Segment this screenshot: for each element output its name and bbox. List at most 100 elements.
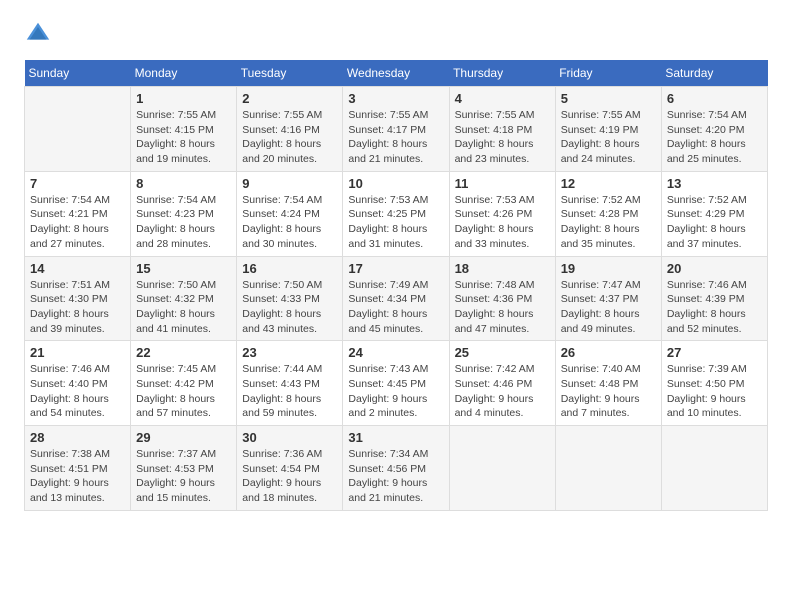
day-info: Sunrise: 7:36 AM Sunset: 4:54 PM Dayligh…: [242, 447, 337, 506]
calendar-week-row: 7Sunrise: 7:54 AM Sunset: 4:21 PM Daylig…: [25, 171, 768, 256]
day-info: Sunrise: 7:45 AM Sunset: 4:42 PM Dayligh…: [136, 362, 231, 421]
day-info: Sunrise: 7:55 AM Sunset: 4:19 PM Dayligh…: [561, 108, 656, 167]
calendar-cell: 20 Sunrise: 7:46 AM Sunset: 4:39 PM Dayli…: [661, 256, 767, 341]
day-info: Sunrise: 7:46 AM Sunset: 4:39 PM Dayligh…: [667, 278, 762, 337]
calendar-cell: 2 Sunrise: 7:55 AM Sunset: 4:16 PM Daylig…: [237, 87, 343, 172]
page-header: [24, 20, 768, 48]
day-number: 31: [348, 430, 443, 445]
calendar-cell: [555, 426, 661, 511]
calendar-cell: 31 Sunrise: 7:34 AM Sunset: 4:56 PM Dayli…: [343, 426, 449, 511]
calendar-cell: 17 Sunrise: 7:49 AM Sunset: 4:34 PM Dayli…: [343, 256, 449, 341]
day-number: 22: [136, 345, 231, 360]
day-number: 19: [561, 261, 656, 276]
day-info: Sunrise: 7:55 AM Sunset: 4:17 PM Dayligh…: [348, 108, 443, 167]
calendar-week-row: 21 Sunrise: 7:46 AM Sunset: 4:40 PM Dayli…: [25, 341, 768, 426]
day-info: Sunrise: 7:48 AM Sunset: 4:36 PM Dayligh…: [455, 278, 550, 337]
weekday-header-wednesday: Wednesday: [343, 60, 449, 87]
day-info: Sunrise: 7:40 AM Sunset: 4:48 PM Dayligh…: [561, 362, 656, 421]
day-info: Sunrise: 7:52 AM Sunset: 4:29 PM Dayligh…: [667, 193, 762, 252]
calendar-cell: 7Sunrise: 7:54 AM Sunset: 4:21 PM Daylig…: [25, 171, 131, 256]
calendar-cell: 30 Sunrise: 7:36 AM Sunset: 4:54 PM Dayli…: [237, 426, 343, 511]
calendar-cell: 13Sunrise: 7:52 AM Sunset: 4:29 PM Dayli…: [661, 171, 767, 256]
day-info: Sunrise: 7:34 AM Sunset: 4:56 PM Dayligh…: [348, 447, 443, 506]
calendar-cell: 25Sunrise: 7:42 AM Sunset: 4:46 PM Dayli…: [449, 341, 555, 426]
day-info: Sunrise: 7:37 AM Sunset: 4:53 PM Dayligh…: [136, 447, 231, 506]
calendar-week-row: 1Sunrise: 7:55 AM Sunset: 4:15 PM Daylig…: [25, 87, 768, 172]
calendar-cell: 3Sunrise: 7:55 AM Sunset: 4:17 PM Daylig…: [343, 87, 449, 172]
day-info: Sunrise: 7:54 AM Sunset: 4:24 PM Dayligh…: [242, 193, 337, 252]
day-number: 12: [561, 176, 656, 191]
calendar-cell: 6 Sunrise: 7:54 AM Sunset: 4:20 PM Daylig…: [661, 87, 767, 172]
day-number: 5: [561, 91, 656, 106]
day-info: Sunrise: 7:49 AM Sunset: 4:34 PM Dayligh…: [348, 278, 443, 337]
day-number: 25: [455, 345, 550, 360]
day-number: 7: [30, 176, 125, 191]
day-number: 28: [30, 430, 125, 445]
calendar-week-row: 28 Sunrise: 7:38 AM Sunset: 4:51 PM Dayli…: [25, 426, 768, 511]
calendar-cell: 10Sunrise: 7:53 AM Sunset: 4:25 PM Dayli…: [343, 171, 449, 256]
calendar-table: SundayMondayTuesdayWednesdayThursdayFrid…: [24, 60, 768, 511]
day-info: Sunrise: 7:53 AM Sunset: 4:25 PM Dayligh…: [348, 193, 443, 252]
day-number: 8: [136, 176, 231, 191]
day-number: 23: [242, 345, 337, 360]
day-info: Sunrise: 7:51 AM Sunset: 4:30 PM Dayligh…: [30, 278, 125, 337]
day-number: 9: [242, 176, 337, 191]
calendar-cell: 29 Sunrise: 7:37 AM Sunset: 4:53 PM Dayli…: [131, 426, 237, 511]
day-info: Sunrise: 7:43 AM Sunset: 4:45 PM Dayligh…: [348, 362, 443, 421]
day-number: 18: [455, 261, 550, 276]
calendar-cell: 28 Sunrise: 7:38 AM Sunset: 4:51 PM Dayli…: [25, 426, 131, 511]
calendar-cell: 27Sunrise: 7:39 AM Sunset: 4:50 PM Dayli…: [661, 341, 767, 426]
day-number: 16: [242, 261, 337, 276]
day-info: Sunrise: 7:55 AM Sunset: 4:18 PM Dayligh…: [455, 108, 550, 167]
day-info: Sunrise: 7:38 AM Sunset: 4:51 PM Dayligh…: [30, 447, 125, 506]
calendar-cell: 24 Sunrise: 7:43 AM Sunset: 4:45 PM Dayli…: [343, 341, 449, 426]
calendar-cell: 4 Sunrise: 7:55 AM Sunset: 4:18 PM Daylig…: [449, 87, 555, 172]
day-number: 15: [136, 261, 231, 276]
day-number: 20: [667, 261, 762, 276]
calendar-cell: 12 Sunrise: 7:52 AM Sunset: 4:28 PM Dayli…: [555, 171, 661, 256]
day-number: 30: [242, 430, 337, 445]
day-number: 11: [455, 176, 550, 191]
calendar-cell: 18 Sunrise: 7:48 AM Sunset: 4:36 PM Dayli…: [449, 256, 555, 341]
day-number: 21: [30, 345, 125, 360]
calendar-cell: 26 Sunrise: 7:40 AM Sunset: 4:48 PM Dayli…: [555, 341, 661, 426]
weekday-header-sunday: Sunday: [25, 60, 131, 87]
day-number: 29: [136, 430, 231, 445]
day-info: Sunrise: 7:39 AM Sunset: 4:50 PM Dayligh…: [667, 362, 762, 421]
day-number: 4: [455, 91, 550, 106]
calendar-cell: 1Sunrise: 7:55 AM Sunset: 4:15 PM Daylig…: [131, 87, 237, 172]
calendar-cell: 19 Sunrise: 7:47 AM Sunset: 4:37 PM Dayli…: [555, 256, 661, 341]
day-number: 6: [667, 91, 762, 106]
day-info: Sunrise: 7:50 AM Sunset: 4:32 PM Dayligh…: [136, 278, 231, 337]
day-info: Sunrise: 7:54 AM Sunset: 4:23 PM Dayligh…: [136, 193, 231, 252]
weekday-header-thursday: Thursday: [449, 60, 555, 87]
day-info: Sunrise: 7:44 AM Sunset: 4:43 PM Dayligh…: [242, 362, 337, 421]
day-number: 14: [30, 261, 125, 276]
calendar-cell: 22 Sunrise: 7:45 AM Sunset: 4:42 PM Dayli…: [131, 341, 237, 426]
day-info: Sunrise: 7:50 AM Sunset: 4:33 PM Dayligh…: [242, 278, 337, 337]
day-number: 24: [348, 345, 443, 360]
calendar-cell: 8 Sunrise: 7:54 AM Sunset: 4:23 PM Daylig…: [131, 171, 237, 256]
day-info: Sunrise: 7:47 AM Sunset: 4:37 PM Dayligh…: [561, 278, 656, 337]
day-number: 17: [348, 261, 443, 276]
day-info: Sunrise: 7:54 AM Sunset: 4:20 PM Dayligh…: [667, 108, 762, 167]
day-number: 2: [242, 91, 337, 106]
calendar-cell: [661, 426, 767, 511]
day-number: 26: [561, 345, 656, 360]
day-info: Sunrise: 7:52 AM Sunset: 4:28 PM Dayligh…: [561, 193, 656, 252]
weekday-header-friday: Friday: [555, 60, 661, 87]
weekday-header-monday: Monday: [131, 60, 237, 87]
calendar-cell: 21 Sunrise: 7:46 AM Sunset: 4:40 PM Dayli…: [25, 341, 131, 426]
day-number: 1: [136, 91, 231, 106]
calendar-week-row: 14 Sunrise: 7:51 AM Sunset: 4:30 PM Dayli…: [25, 256, 768, 341]
calendar-cell: 5 Sunrise: 7:55 AM Sunset: 4:19 PM Daylig…: [555, 87, 661, 172]
logo: [24, 20, 56, 48]
day-info: Sunrise: 7:55 AM Sunset: 4:16 PM Dayligh…: [242, 108, 337, 167]
calendar-cell: 16 Sunrise: 7:50 AM Sunset: 4:33 PM Dayli…: [237, 256, 343, 341]
calendar-cell: 14 Sunrise: 7:51 AM Sunset: 4:30 PM Dayli…: [25, 256, 131, 341]
day-info: Sunrise: 7:46 AM Sunset: 4:40 PM Dayligh…: [30, 362, 125, 421]
calendar-cell: 9 Sunrise: 7:54 AM Sunset: 4:24 PM Daylig…: [237, 171, 343, 256]
day-info: Sunrise: 7:53 AM Sunset: 4:26 PM Dayligh…: [455, 193, 550, 252]
calendar-cell: [449, 426, 555, 511]
calendar-cell: 11 Sunrise: 7:53 AM Sunset: 4:26 PM Dayli…: [449, 171, 555, 256]
